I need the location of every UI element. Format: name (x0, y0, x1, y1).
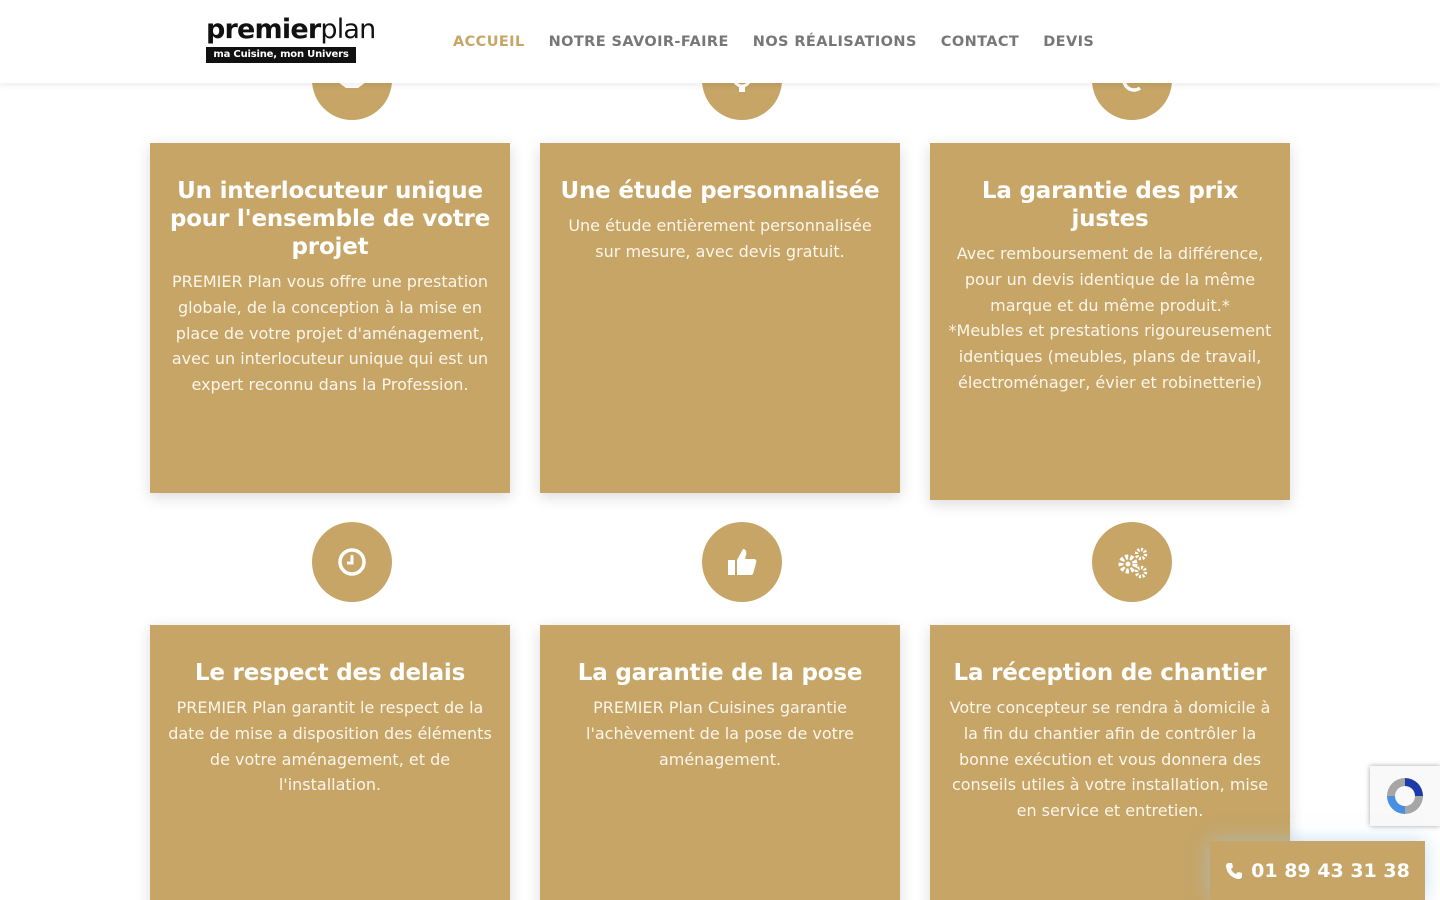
nav-item-devis[interactable]: DEVIS (1043, 34, 1094, 50)
feature-card-pose: La garantie de la pose PREMIER Plan Cuis… (540, 625, 900, 900)
thumbs-up-icon-circle (702, 522, 782, 602)
thumbs-up-icon (728, 549, 757, 575)
logo-wordmark: premierplan (206, 14, 376, 45)
clock-icon-circle (312, 522, 392, 602)
feature-text: PREMIER Plan garantit le respect de la d… (168, 698, 492, 795)
logo-tagline: ma Cuisine, mon Univers (206, 47, 356, 63)
logo-brand-regular: premier (206, 14, 321, 45)
logo-brand-light: plan (320, 14, 376, 45)
nav-item-savoir-faire[interactable]: NOTRE SAVOIR-FAIRE (549, 34, 729, 50)
logo[interactable]: premierplan ma Cuisine, mon Univers (206, 14, 376, 63)
phone-icon (1226, 862, 1243, 879)
gears-icon-circle (1092, 522, 1172, 602)
gears-icon (1118, 547, 1148, 579)
phone-call-button[interactable]: 01 89 43 31 38 (1210, 841, 1425, 900)
site-header: premierplan ma Cuisine, mon Univers ACCU… (0, 0, 1440, 83)
nav-item-accueil[interactable]: ACCUEIL (453, 34, 525, 50)
feature-text: PREMIER Plan vous offre une prestation g… (171, 272, 489, 395)
phone-number: 01 89 43 31 38 (1251, 859, 1410, 882)
feature-text: PREMIER Plan Cuisines garantie l'achèvem… (586, 698, 854, 769)
recaptcha-icon (1387, 778, 1423, 814)
feature-title: Le respect des delais (194, 660, 466, 686)
feature-card-interlocuteur: Un interlocuteur unique pour l'ensemble … (150, 143, 510, 493)
feature-card-etude: Une étude personnalisée Une étude entièr… (540, 143, 900, 493)
feature-card-prix: La garantie des prix justes Avec rembour… (930, 143, 1290, 500)
main-nav: ACCUEIL NOTRE SAVOIR-FAIRE NOS RÉALISATI… (453, 34, 1094, 50)
nav-item-realisations[interactable]: NOS RÉALISATIONS (753, 34, 917, 50)
feature-card-delais: Le respect des delais PREMIER Plan garan… (150, 625, 510, 900)
feature-text: Avec remboursement de la différence, pou… (948, 244, 1272, 392)
feature-title: La garantie de la pose (577, 660, 863, 686)
feature-text: Une étude entièrement personnalisée sur … (568, 216, 872, 261)
feature-title: La garantie des prix justes (981, 178, 1239, 232)
feature-text: Votre concepteur se rendra à domicile à … (949, 698, 1271, 821)
recaptcha-badge[interactable] (1370, 766, 1440, 826)
feature-title: Une étude personnalisée (560, 178, 880, 204)
nav-item-contact[interactable]: CONTACT (941, 34, 1019, 50)
content: Un interlocuteur unique pour l'ensemble … (0, 0, 1440, 900)
feature-title: Un interlocuteur unique pour l'ensemble … (169, 178, 491, 260)
clock-icon (338, 548, 366, 576)
feature-title: La réception de chantier (953, 660, 1267, 686)
